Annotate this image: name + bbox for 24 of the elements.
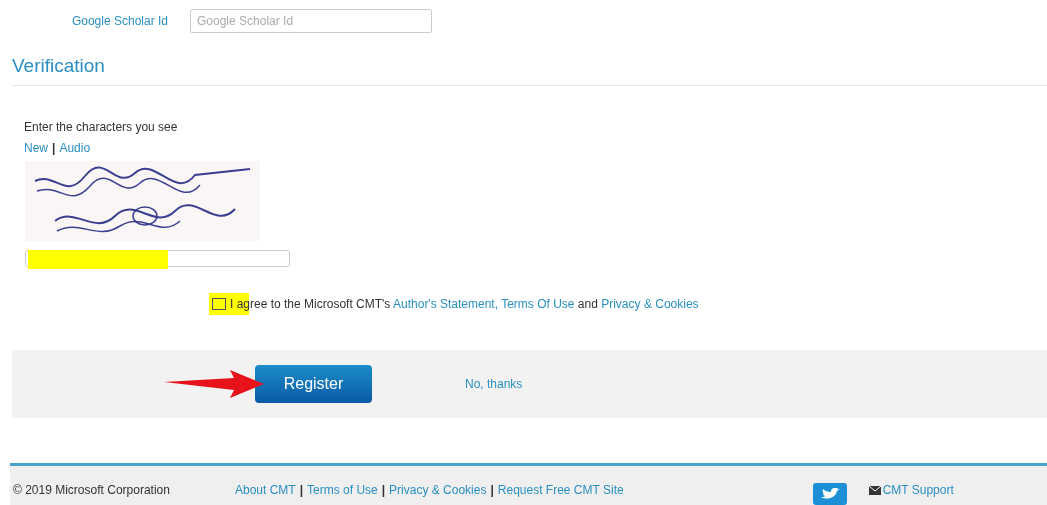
register-button[interactable]: Register: [255, 365, 372, 403]
field-label: Google Scholar Id: [70, 14, 169, 28]
captcha-answer-field[interactable]: [25, 250, 290, 267]
separator: |: [490, 483, 494, 497]
separator: |: [381, 483, 386, 497]
captcha-link[interactable]: Audio: [59, 141, 91, 155]
footer-link[interactable]: About CMT: [235, 483, 296, 497]
envelope-icon: [868, 485, 881, 495]
no-thanks-link[interactable]: No, thanks: [465, 377, 523, 391]
separator: |: [52, 141, 56, 155]
agree-checkbox[interactable]: [212, 298, 226, 310]
footer-link[interactable]: Request Free CMT Site: [497, 483, 624, 497]
scholar-id-field[interactable]: Google Scholar Id: [190, 9, 432, 33]
footer-link[interactable]: Terms of Use: [307, 483, 378, 497]
policy-link[interactable]: Author's Statement, Terms Of Use: [393, 297, 575, 311]
bird-icon[interactable]: [812, 483, 847, 505]
separator: |: [299, 483, 304, 497]
policy-link[interactable]: Privacy & Cookies: [601, 297, 699, 311]
copyright-text: © 2019 Microsoft Corporation: [13, 483, 171, 497]
captcha-prompt: Enter the characters you see: [24, 120, 179, 134]
footer-link[interactable]: Privacy & Cookies: [389, 483, 487, 497]
captcha-link[interactable]: New: [24, 141, 48, 155]
support-link[interactable]: CMT Support: [868, 483, 954, 497]
section-title: Verification: [12, 55, 106, 77]
